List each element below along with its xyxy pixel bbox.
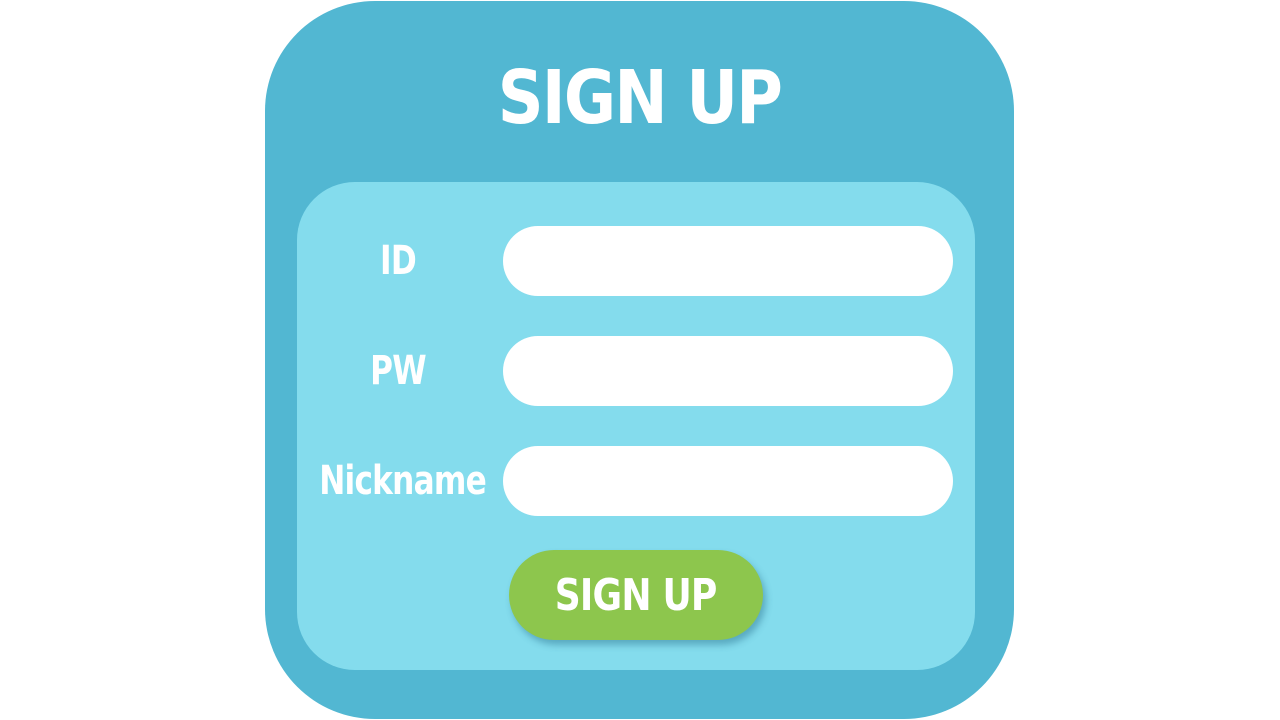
nickname-label: Nickname <box>319 458 487 504</box>
page-title: SIGN UP <box>497 55 783 141</box>
id-field[interactable] <box>503 226 953 296</box>
pw-label: PW <box>370 348 427 394</box>
pw-field[interactable] <box>503 336 953 406</box>
id-label: ID <box>380 238 417 284</box>
sign-up-button-label: SIGN UP <box>555 569 718 621</box>
signup-panel: SIGN UP ID PW Nickname SIGN UP <box>265 1 1014 719</box>
sign-up-button[interactable]: SIGN UP <box>509 550 763 640</box>
signup-form: ID PW Nickname SIGN UP <box>297 182 975 670</box>
nickname-field[interactable] <box>503 446 953 516</box>
